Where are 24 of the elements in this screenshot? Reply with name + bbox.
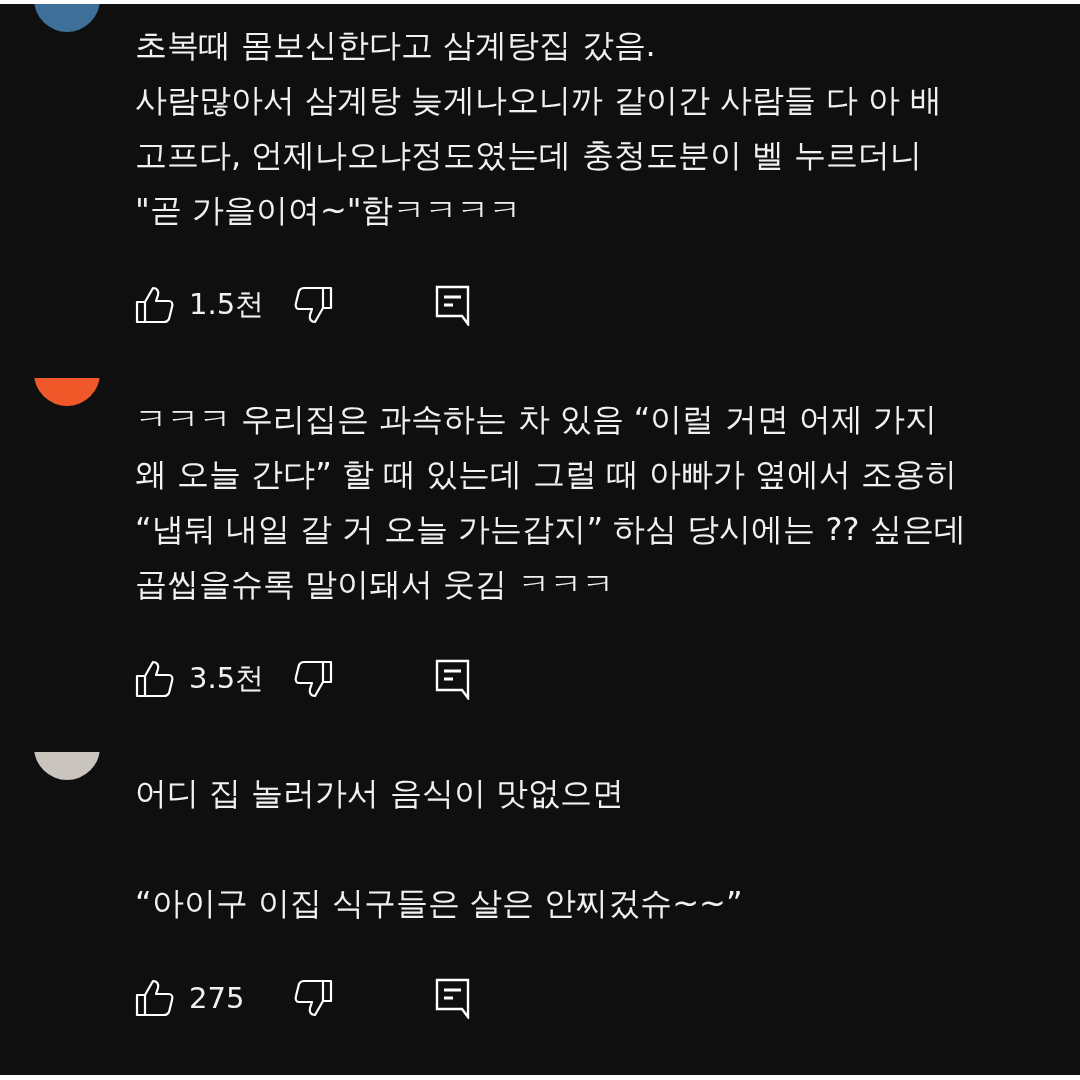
comment-text: 어디 집 놀러가서 음식이 맛없으면 “아이구 이집 식구들은 살은 안찌겄슈~~” xyxy=(135,773,743,924)
comment-icon xyxy=(435,658,470,700)
dislike-button[interactable] xyxy=(293,659,333,699)
comment-text: 초복때 몸보신한다고 삼계탕집 갔음. 사람많아서 삼계탕 늦게나오니까 같이간 사람들 다 아 배 고프다, 언제나오냐정도였는데 충청도분이 벨 누르더니 "곧 가을이여~"함ㅋㅋㅋㅋ xyxy=(135,25,943,231)
dislike-button[interactable] xyxy=(293,978,333,1018)
thumbs-down-icon xyxy=(293,659,333,699)
comment-icon xyxy=(435,284,470,326)
thumbs-up-icon xyxy=(135,659,175,699)
comment-text: ㅋㅋㅋ 우리집은 과속하는 차 있음 “이럴 거면 어제 가지 왜 오늘 간댜” 할 때 있는데 그럴 때 아빠가 옆에서 조용히 “냅둬 내일 갈 거 오늘 가는갑지” 하심 당시에는 ?? 싶은데 곱씹을슈록 말이돼서 웃김 ㅋㅋㅋ xyxy=(135,399,966,605)
like-button[interactable] xyxy=(135,978,175,1018)
thumbs-down-icon xyxy=(293,285,333,325)
dislike-button[interactable] xyxy=(293,285,333,325)
reply-button[interactable] xyxy=(435,284,470,326)
like-count: 1.5천 xyxy=(189,286,266,323)
thumbs-up-icon xyxy=(135,978,175,1018)
thumbs-down-icon xyxy=(293,978,333,1018)
reply-button[interactable] xyxy=(435,658,470,700)
reply-button[interactable] xyxy=(435,977,470,1019)
like-count: 275 xyxy=(189,981,246,1015)
like-count: 3.5천 xyxy=(189,660,266,697)
like-button[interactable] xyxy=(135,659,175,699)
comment-icon xyxy=(435,977,470,1019)
thumbs-up-icon xyxy=(135,285,175,325)
like-button[interactable] xyxy=(135,285,175,325)
